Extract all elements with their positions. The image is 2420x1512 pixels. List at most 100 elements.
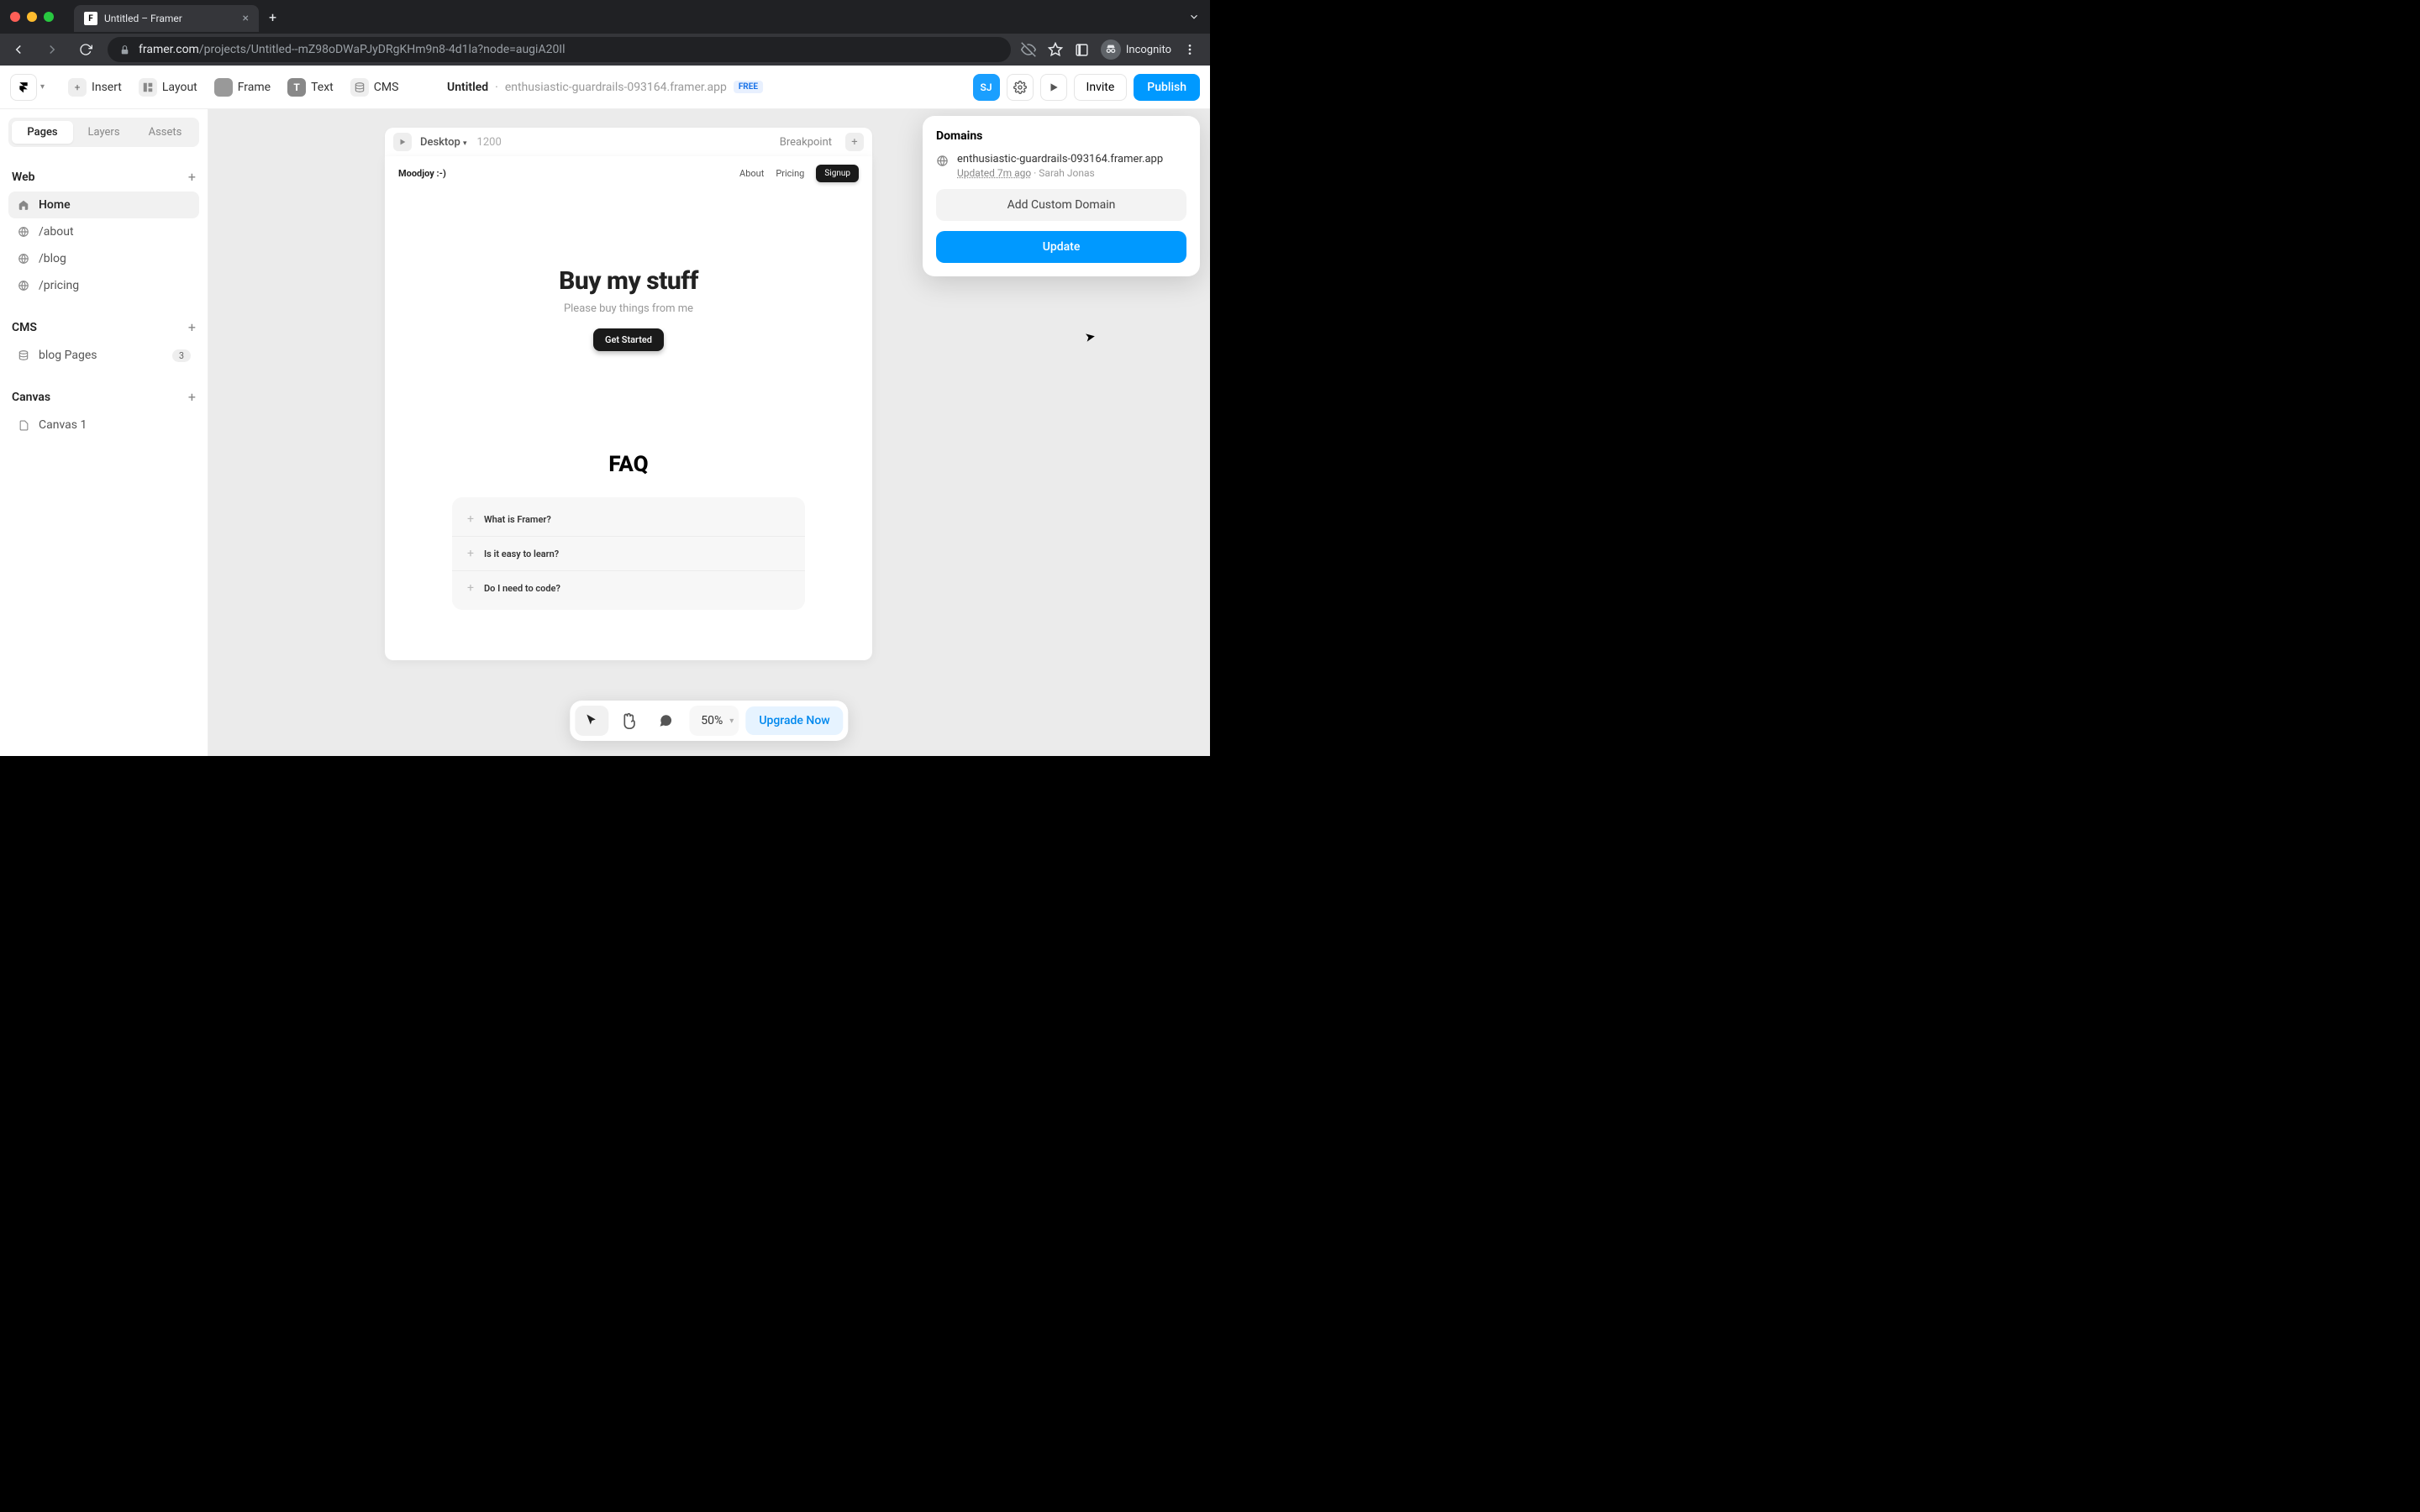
- titlebar-chevron-icon[interactable]: [1188, 11, 1200, 23]
- text-icon: T: [287, 78, 306, 97]
- browser-address-bar: framer.com/projects/Untitled--mZ98oDWaPJ…: [0, 34, 1210, 66]
- sidebar-item-pricing[interactable]: /pricing: [8, 272, 199, 299]
- frame-icon: [214, 78, 233, 97]
- cms-section-header: CMS +: [8, 312, 199, 342]
- plus-icon: +: [467, 512, 474, 526]
- url-input[interactable]: framer.com/projects/Untitled--mZ98oDWaPJ…: [108, 37, 1011, 62]
- nav-signup-button[interactable]: Signup: [816, 165, 859, 182]
- bookmark-star-icon[interactable]: [1048, 42, 1063, 57]
- pointer-tool[interactable]: [575, 706, 608, 736]
- framer-app: ▾ +Insert Layout Frame TText CMS Untitle…: [0, 66, 1210, 756]
- back-button[interactable]: [7, 42, 30, 57]
- frame-button[interactable]: Frame: [206, 73, 279, 102]
- update-domain-button[interactable]: Update: [936, 231, 1186, 263]
- zoom-selector[interactable]: 50% ▾: [689, 706, 739, 736]
- bottom-toolbar: 50% ▾ Upgrade Now: [570, 701, 848, 741]
- cursor-icon: ➤: [1084, 328, 1097, 345]
- add-page-button[interactable]: +: [188, 169, 196, 185]
- free-badge: FREE: [734, 81, 763, 93]
- lock-icon: [119, 45, 130, 55]
- maximize-window-icon[interactable]: [44, 12, 54, 22]
- incognito-icon: [1101, 39, 1121, 60]
- layout-icon: [139, 78, 157, 97]
- sidebar-item-blog[interactable]: /blog: [8, 245, 199, 272]
- sidebar-item-blog-pages[interactable]: blog Pages 3: [8, 342, 199, 369]
- domain-row[interactable]: enthusiastic-guardrails-093164.framer.ap…: [936, 153, 1186, 179]
- frame-play-icon[interactable]: [393, 133, 412, 151]
- browser-titlebar: F Untitled – Framer × +: [0, 0, 1210, 34]
- text-button[interactable]: TText: [279, 73, 342, 102]
- document-icon: [17, 420, 30, 431]
- url-domain: framer.com: [139, 43, 199, 56]
- tab-assets[interactable]: Assets: [134, 121, 196, 144]
- layout-button[interactable]: Layout: [130, 73, 206, 102]
- domain-name: enthusiastic-guardrails-093164.framer.ap…: [957, 153, 1163, 165]
- faq-section: FAQ +What is Framer? +Is it easy to lear…: [385, 452, 872, 627]
- stack-icon: [17, 349, 30, 361]
- tab-title: Untitled – Framer: [104, 13, 182, 24]
- sidebar-item-home[interactable]: Home: [8, 192, 199, 218]
- chevron-down-icon: ▾: [729, 717, 734, 726]
- cms-button[interactable]: CMS: [342, 73, 408, 102]
- sidebar-item-canvas-1[interactable]: Canvas 1: [8, 412, 199, 438]
- add-canvas-button[interactable]: +: [188, 389, 196, 405]
- sidebar-item-about[interactable]: /about: [8, 218, 199, 245]
- popover-title: Domains: [936, 129, 1186, 143]
- site-brand: Moodjoy :-): [398, 168, 446, 179]
- forward-button[interactable]: [40, 42, 64, 57]
- reload-button[interactable]: [74, 43, 97, 56]
- hero-subtitle: Please buy things from me: [402, 302, 855, 315]
- cms-count-badge: 3: [172, 349, 191, 362]
- globe-icon: [936, 155, 949, 179]
- nav-link-pricing[interactable]: Pricing: [776, 168, 804, 179]
- home-icon: [17, 199, 30, 211]
- minimize-window-icon[interactable]: [27, 12, 37, 22]
- plus-icon: +: [68, 78, 87, 97]
- publish-button[interactable]: Publish: [1134, 74, 1200, 101]
- domain-updated[interactable]: Updated 7m ago: [957, 167, 1031, 179]
- extensions-icon[interactable]: [1075, 43, 1089, 57]
- add-cms-button[interactable]: +: [188, 319, 196, 335]
- eye-off-icon[interactable]: [1021, 42, 1036, 57]
- breakpoint-name[interactable]: Desktop ▾: [420, 136, 467, 149]
- design-frame[interactable]: Moodjoy :-) About Pricing Signup Buy my …: [385, 156, 872, 660]
- close-tab-icon[interactable]: ×: [243, 12, 249, 25]
- settings-button[interactable]: [1007, 74, 1034, 101]
- web-section-header: Web +: [8, 162, 199, 192]
- comment-tool[interactable]: [649, 706, 682, 736]
- browser-tab[interactable]: F Untitled – Framer ×: [74, 5, 259, 32]
- invite-button[interactable]: Invite: [1074, 74, 1128, 101]
- breakpoint-width: 1200: [477, 136, 502, 149]
- globe-icon: [17, 253, 30, 265]
- close-window-icon[interactable]: [10, 12, 20, 22]
- domains-popover: Domains enthusiastic-guardrails-093164.f…: [923, 116, 1200, 276]
- breakpoint-bar: Desktop ▾ 1200 Breakpoint +: [385, 128, 872, 156]
- faq-item[interactable]: +Is it easy to learn?: [452, 537, 805, 571]
- canvas-viewport[interactable]: Desktop ▾ 1200 Breakpoint + Moodjoy :-) …: [208, 109, 1210, 756]
- add-custom-domain-button[interactable]: Add Custom Domain: [936, 189, 1186, 221]
- new-tab-button[interactable]: +: [269, 9, 276, 25]
- logo-chevron-icon[interactable]: ▾: [40, 82, 45, 92]
- insert-button[interactable]: +Insert: [60, 73, 130, 102]
- hand-tool[interactable]: [612, 706, 645, 736]
- incognito-label: Incognito: [1126, 44, 1171, 56]
- faq-item[interactable]: +Do I need to code?: [452, 571, 805, 605]
- hero-title: Buy my stuff: [402, 266, 855, 296]
- plus-icon: +: [467, 547, 474, 560]
- nav-link-about[interactable]: About: [739, 168, 764, 179]
- cms-icon: [350, 78, 369, 97]
- domain-author: Sarah Jonas: [1039, 167, 1094, 179]
- tab-pages[interactable]: Pages: [12, 121, 73, 144]
- breakpoint-label[interactable]: Breakpoint: [780, 136, 832, 149]
- tab-layers[interactable]: Layers: [73, 121, 134, 144]
- user-avatar[interactable]: SJ: [973, 74, 1000, 101]
- hero-cta-button[interactable]: Get Started: [593, 328, 664, 351]
- add-breakpoint-button[interactable]: +: [845, 133, 864, 151]
- preview-play-button[interactable]: [1040, 74, 1067, 101]
- framer-logo-button[interactable]: [10, 74, 37, 101]
- faq-item[interactable]: +What is Framer?: [452, 502, 805, 537]
- browser-menu-icon[interactable]: [1183, 43, 1197, 56]
- incognito-indicator[interactable]: Incognito: [1101, 39, 1171, 60]
- upgrade-now-button[interactable]: Upgrade Now: [745, 706, 843, 735]
- project-title-area[interactable]: Untitled · enthusiastic-guardrails-09316…: [447, 81, 763, 94]
